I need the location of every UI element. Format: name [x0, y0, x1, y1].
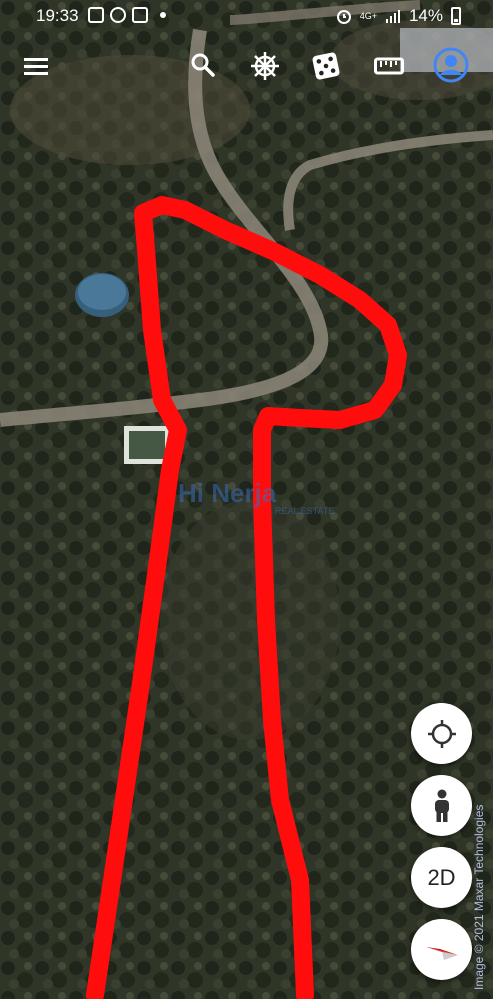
battery-percent: 14%	[408, 6, 443, 25]
ship-wheel-icon	[251, 52, 279, 80]
network-type: 4G+	[359, 11, 377, 21]
sync-notification-icon	[110, 7, 126, 23]
system-icons: 4G+ 14%	[336, 6, 461, 26]
measure-button[interactable]	[369, 46, 409, 86]
watermark-subtitle: REAL ESTATE	[275, 506, 335, 516]
search-icon	[191, 53, 215, 77]
watermark-logo: Hi Nerja	[178, 478, 277, 508]
checkbox-notification-icon	[132, 7, 148, 23]
ruler-icon	[374, 57, 404, 75]
alarm-icon	[336, 10, 351, 24]
my-location-button[interactable]	[411, 703, 472, 764]
account-button[interactable]	[431, 45, 471, 85]
status-bar: 19:33 4G+ 14%	[0, 0, 493, 32]
status-time: 19:33	[36, 6, 79, 25]
search-button[interactable]	[183, 45, 223, 85]
street-view-button[interactable]	[411, 775, 472, 836]
view-mode-toggle[interactable]: 2D	[411, 847, 472, 908]
signal-icon	[385, 10, 400, 23]
gallery-notification-icon	[88, 7, 104, 23]
account-icon	[433, 47, 469, 83]
compass-icon	[425, 946, 458, 960]
compass-button[interactable]	[411, 919, 472, 980]
dice-icon	[312, 52, 340, 80]
menu-button[interactable]	[16, 46, 56, 86]
voyager-button[interactable]	[245, 46, 285, 86]
imagery-copyright: Image © 2021 Maxar Technologies	[472, 804, 486, 990]
battery-icon	[451, 7, 461, 25]
crosshair-icon	[427, 719, 456, 748]
hamburger-menu-icon	[24, 58, 48, 75]
pegman-icon	[434, 789, 449, 822]
view-mode-label: 2D	[427, 864, 456, 890]
more-notifications-icon	[160, 12, 166, 18]
feeling-lucky-button[interactable]	[306, 46, 346, 86]
notification-icons	[88, 7, 166, 23]
earth-toolbar	[0, 40, 493, 96]
